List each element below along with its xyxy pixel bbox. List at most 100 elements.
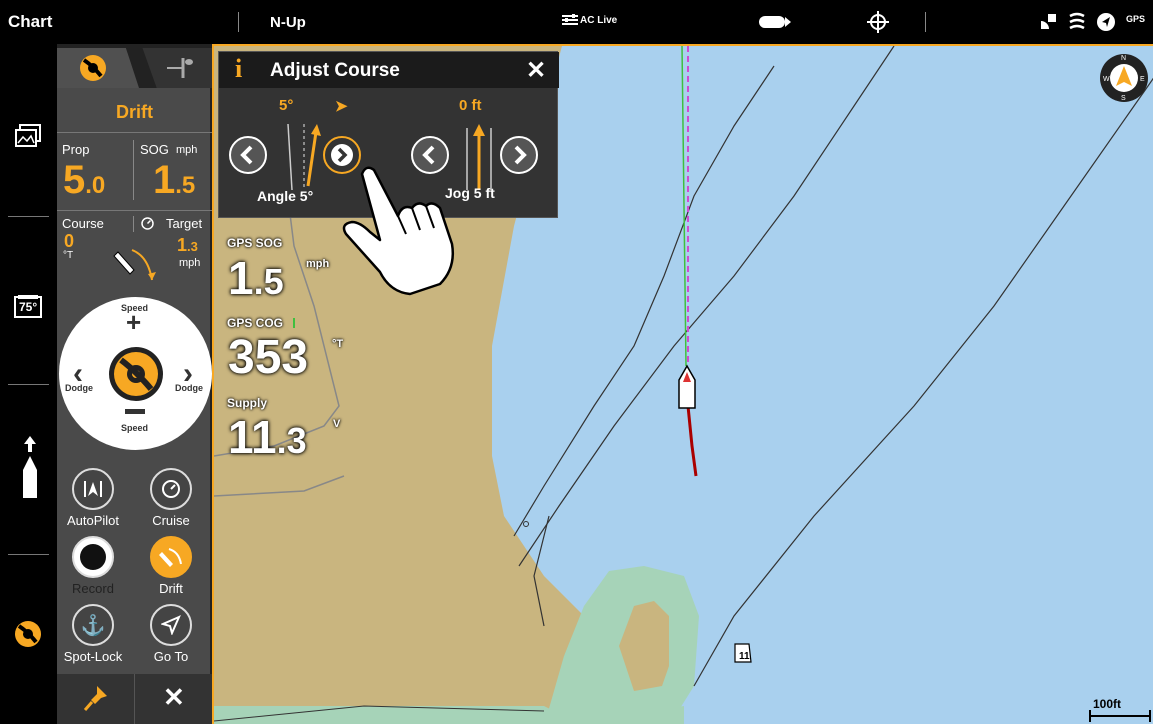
battery-icon — [758, 14, 792, 35]
drift-boat-icon — [112, 244, 158, 289]
left-rail: 75° — [0, 44, 57, 724]
tap-hand-icon — [342, 166, 454, 296]
navigation-icon — [1096, 12, 1116, 37]
angle-decrease-button[interactable] — [229, 136, 267, 174]
views-icon[interactable] — [15, 124, 41, 153]
prop-value-dec: .0 — [85, 172, 106, 199]
divider — [925, 12, 926, 32]
scale-bar — [1089, 710, 1151, 722]
crosshair-icon[interactable] — [867, 11, 889, 38]
speed-down-button[interactable] — [125, 409, 145, 414]
ac-live-button[interactable]: AC Live — [562, 13, 617, 27]
target-value: 1.3 — [177, 235, 198, 256]
svg-text:N: N — [1121, 55, 1126, 62]
panel-bottom-bar: ✕ — [57, 674, 212, 724]
close-icon[interactable]: ✕ — [163, 682, 185, 713]
autopilot-icon — [84, 481, 102, 497]
gps-sog-value: 1.5 — [228, 254, 284, 306]
jog-right-button[interactable] — [500, 136, 538, 174]
speed-up-button[interactable]: + — [126, 309, 141, 335]
svg-text:E: E — [1140, 76, 1145, 83]
arrow-right-icon: ➤ — [335, 98, 348, 115]
target-value-int: 1 — [177, 235, 188, 255]
target-label: Target — [166, 216, 203, 231]
target-value-dec: .3 — [187, 239, 198, 254]
mode-label: Drift — [116, 102, 153, 122]
go-to-button[interactable] — [150, 604, 192, 646]
jog-indicator-icon — [466, 124, 492, 190]
divider — [133, 140, 134, 200]
sliders-icon — [562, 14, 578, 25]
drift-icon — [159, 548, 182, 567]
dodge-right-label: Dodge — [175, 383, 203, 393]
supply-unit: V — [333, 418, 341, 430]
sog-unit: mph — [176, 144, 198, 156]
autopilot-button[interactable] — [72, 468, 114, 510]
info-icon[interactable]: i — [235, 54, 242, 84]
dodge-left-label: Dodge — [65, 383, 93, 393]
cruise-label: Cruise — [152, 513, 190, 528]
sog-value-int: 1 — [153, 158, 176, 202]
prop-value: 5.0 — [63, 158, 105, 203]
drift-label: Drift — [159, 581, 183, 596]
trolling-motor-icon[interactable] — [14, 620, 42, 653]
close-icon[interactable]: ✕ — [526, 56, 546, 85]
anchor-icon: ⚓ — [80, 614, 106, 637]
course-value: 0 — [64, 231, 75, 251]
page-title: Chart — [8, 12, 53, 31]
speed-dodge-dial[interactable]: Speed + ‹ Dodge › Dodge Speed — [59, 297, 212, 450]
sog-value: 1.5 — [153, 158, 195, 203]
angle-label: Angle 5° — [257, 188, 314, 204]
depth-contour — [518, 46, 895, 567]
course-label: Course — [62, 216, 104, 231]
trolling-motor-panel: Drift Prop 5.0 SOG mph 1.5 Course Target… — [57, 44, 212, 724]
divider — [238, 12, 239, 32]
gauge-icon — [141, 217, 154, 235]
scale-label: 100ft — [1093, 697, 1122, 711]
svg-text:S: S — [1121, 95, 1126, 102]
chevron-right-icon — [514, 145, 527, 165]
record-icon — [80, 544, 106, 570]
chevron-left-icon — [240, 145, 253, 165]
marker-dot — [523, 521, 529, 527]
sog-label: SOG — [140, 142, 169, 157]
svg-text:W: W — [1103, 76, 1110, 83]
ac-live-label: AC Live — [580, 14, 618, 26]
record-label: Record — [72, 581, 114, 596]
motor-center-button[interactable] — [109, 347, 163, 401]
record-button[interactable] — [72, 536, 114, 578]
heading-line — [681, 46, 687, 367]
gps-sog-int: 1 — [228, 252, 254, 304]
screen: Chart N-Up AC Live GPS 75° Drift Prop 5.… — [0, 0, 1153, 724]
panel-tabs — [57, 44, 212, 88]
gps-sog-dec: .5 — [253, 261, 284, 302]
outboard-motor-icon — [165, 56, 195, 85]
drift-button[interactable] — [150, 536, 192, 578]
temperature-value: 75° — [19, 300, 38, 314]
boat-heading-icon[interactable] — [22, 436, 38, 503]
buoy-label: 11 — [739, 651, 750, 662]
autopilot-label: AutoPilot — [66, 513, 120, 528]
compass-rose[interactable]: N S W E — [1100, 54, 1148, 102]
dialog-header: i Adjust Course ✕ — [219, 52, 559, 88]
jog-value: 0 ft — [459, 97, 482, 114]
satellite-icon — [1038, 12, 1058, 37]
gps-cog-label: GPS COG — [227, 316, 284, 330]
orientation-button[interactable]: N-Up — [270, 14, 306, 31]
divider — [57, 210, 212, 211]
divider — [133, 216, 134, 232]
angle-value: 5° — [279, 97, 294, 114]
spot-lock-button[interactable]: ⚓ — [72, 604, 114, 646]
go-to-label: Go To — [153, 649, 189, 664]
gps-sog-label: GPS SOG — [227, 236, 283, 250]
boat-trail — [686, 405, 698, 477]
speed-down-label: Speed — [121, 423, 149, 433]
buoy-marker[interactable]: 11 — [734, 643, 752, 663]
gps-sog-unit: mph — [306, 258, 330, 270]
pin-icon[interactable] — [83, 684, 109, 717]
supply-int: 11 — [228, 411, 277, 463]
gps-status: GPS — [1126, 14, 1146, 24]
divider — [134, 674, 135, 724]
cruise-button[interactable] — [150, 468, 192, 510]
dialog-title: Adjust Course — [270, 60, 400, 81]
